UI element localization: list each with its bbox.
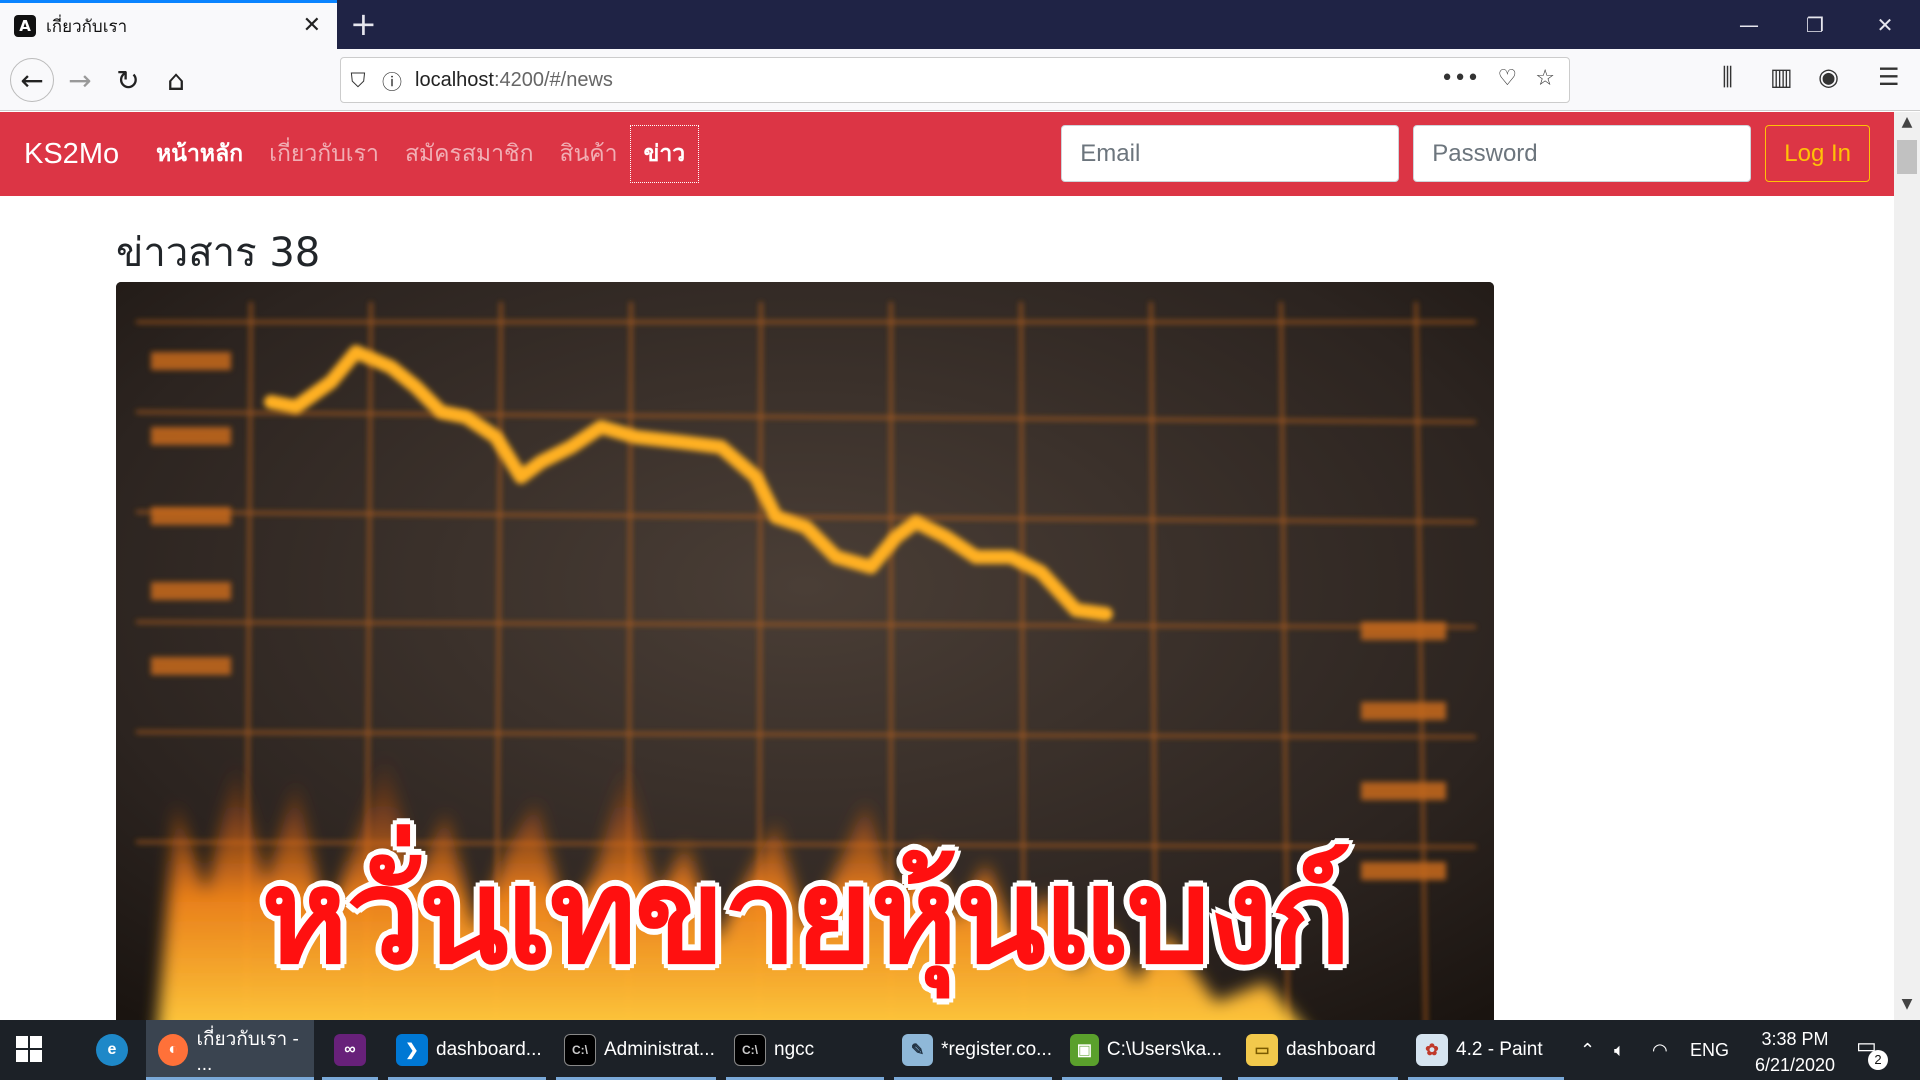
taskbar-label: dashboard...	[436, 1039, 542, 1060]
site-navbar: KS2Mo หน้าหลัก เกี่ยวกับเรา สมัครสมาชิก …	[0, 112, 1894, 196]
taskbar-item-notepad[interactable]: ✎ *register.co...	[894, 1020, 1052, 1080]
forward-arrow-icon[interactable]: →	[60, 60, 100, 100]
nav-links: หน้าหลัก เกี่ยวกับเรา สมัครสมาชิก สินค้า…	[143, 125, 700, 183]
home-icon[interactable]: ⌂	[156, 60, 196, 100]
terminal-icon: C:\	[734, 1034, 766, 1066]
pocket-icon[interactable]: ♡	[1498, 66, 1518, 91]
new-tab-icon[interactable]: +	[350, 6, 377, 42]
address-bar[interactable]: ⛉ ⓘ localhost:4200/#/news ••• ♡ ☆	[340, 57, 1570, 103]
image-viewer-icon: ▣	[1070, 1034, 1099, 1066]
url-host: localhost	[415, 68, 494, 91]
nav-link-register[interactable]: สมัครสมาชิก	[392, 126, 547, 182]
clock-date: 6/21/2020	[1754, 1055, 1836, 1075]
notification-count-badge: 2	[1868, 1050, 1888, 1070]
vscode-icon: ❯	[396, 1034, 428, 1066]
taskbar-item-firefox[interactable]: ◐ เกี่ยวกับเรา - ...	[146, 1020, 314, 1080]
url-path: :4200/#/news	[493, 68, 613, 91]
password-input[interactable]	[1413, 125, 1752, 182]
star-icon[interactable]: ☆	[1535, 66, 1555, 91]
scroll-thumb[interactable]	[1897, 140, 1917, 174]
shield-icon[interactable]: ⛉	[341, 68, 375, 92]
tab-close-icon[interactable]: ✕	[303, 13, 321, 38]
page-viewport: KS2Mo หน้าหลัก เกี่ยวกับเรา สมัครสมาชิก …	[0, 112, 1894, 1020]
image-headline-text: หวั่นเทขายหุ้นแบงก์	[261, 840, 1351, 994]
more-icon[interactable]: •••	[1441, 66, 1480, 91]
url-text[interactable]: localhost:4200/#/news	[415, 69, 613, 92]
taskbar-label: 4.2 - Paint	[1456, 1039, 1543, 1060]
info-icon[interactable]: ⓘ	[375, 66, 409, 95]
wifi-icon[interactable]: ◠	[1652, 1020, 1668, 1080]
language-indicator[interactable]: ENG	[1690, 1020, 1729, 1080]
scroll-down-icon[interactable]: ▼	[1894, 996, 1920, 1018]
windows-start-icon[interactable]	[16, 1036, 42, 1062]
taskbar-label: C:\Users\ka...	[1106, 1039, 1222, 1060]
browser-tab-strip: A เกี่ยวกับเรา ✕ + — ❐ ✕	[0, 0, 1920, 49]
email-input[interactable]	[1061, 125, 1400, 182]
nav-link-about[interactable]: เกี่ยวกับเรา	[256, 126, 392, 182]
browser-tab-active[interactable]: A เกี่ยวกับเรา ✕	[0, 0, 337, 49]
taskbar-item-explorer-path[interactable]: ▣ C:\Users\ka...	[1062, 1020, 1222, 1080]
taskbar-label: *register.co...	[941, 1039, 1052, 1060]
menu-icon[interactable]: ☰	[1878, 63, 1900, 91]
library-icon[interactable]: ⫼	[1722, 63, 1733, 91]
show-hidden-icons-icon[interactable]: ⌃	[1580, 1020, 1595, 1080]
taskbar-label: dashboard	[1286, 1039, 1376, 1060]
system-clock[interactable]: 3:38 PM 6/21/2020	[1740, 1026, 1850, 1078]
terminal-icon: C:\	[564, 1034, 596, 1066]
minimize-icon[interactable]: —	[1716, 0, 1782, 49]
window-close-icon[interactable]: ✕	[1852, 0, 1918, 49]
nav-link-products[interactable]: สินค้า	[547, 126, 631, 182]
tab-title: เกี่ยวกับเรา	[46, 16, 128, 37]
taskbar-item-folder[interactable]: ▭ dashboard	[1238, 1020, 1398, 1080]
edge-icon[interactable]: e	[88, 1020, 136, 1080]
login-form: Log In	[1061, 125, 1870, 182]
sidebar-icon[interactable]: ▥	[1770, 63, 1793, 91]
visual-studio-icon: ∞	[334, 1034, 366, 1066]
folder-icon: ▭	[1246, 1034, 1278, 1066]
paint-icon: ✿	[1416, 1034, 1448, 1066]
taskbar-item-vscode[interactable]: ❯ dashboard...	[388, 1020, 546, 1080]
news-image: หวั่นเทขายหุ้นแบงก์	[116, 282, 1494, 1020]
reload-icon[interactable]: ↻	[108, 60, 148, 100]
taskbar-label: Administrat...	[604, 1039, 715, 1060]
windows-taskbar: e ◐ เกี่ยวกับเรา - ... ∞ ❯ dashboard... …	[0, 1020, 1920, 1080]
brand-logo[interactable]: KS2Mo	[24, 138, 119, 171]
browser-toolbar: ← → ↻ ⌂ ⛉ ⓘ localhost:4200/#/news ••• ♡ …	[0, 49, 1920, 111]
restore-icon[interactable]: ❐	[1782, 0, 1848, 49]
nav-link-news[interactable]: ข่าว	[629, 125, 700, 183]
page-scrollbar[interactable]: ▲ ▼	[1894, 112, 1920, 1020]
firefox-icon: ◐	[158, 1034, 189, 1066]
taskbar-label: ngcc	[774, 1039, 815, 1060]
page-title: ข่าวสาร 38	[116, 230, 321, 276]
clock-time: 3:38 PM	[1761, 1029, 1829, 1049]
nav-link-home[interactable]: หน้าหลัก	[143, 126, 256, 182]
taskbar-item-paint[interactable]: ✿ 4.2 - Paint	[1408, 1020, 1564, 1080]
angular-favicon-icon: A	[14, 15, 36, 37]
back-arrow-icon[interactable]: ←	[10, 58, 54, 102]
taskbar-item-cmd-ngcc[interactable]: C:\ ngcc	[726, 1020, 884, 1080]
volume-icon[interactable]: 🔈︎	[1614, 1020, 1625, 1080]
taskbar-item-visual-studio[interactable]: ∞	[322, 1020, 378, 1080]
login-button[interactable]: Log In	[1765, 125, 1870, 182]
taskbar-item-cmd-admin[interactable]: C:\ Administrat...	[556, 1020, 716, 1080]
taskbar-label: เกี่ยวกับเรา - ...	[196, 1029, 299, 1075]
notepad-icon: ✎	[902, 1034, 934, 1066]
scroll-up-icon[interactable]: ▲	[1894, 114, 1920, 136]
account-icon[interactable]: ◉	[1818, 63, 1839, 91]
